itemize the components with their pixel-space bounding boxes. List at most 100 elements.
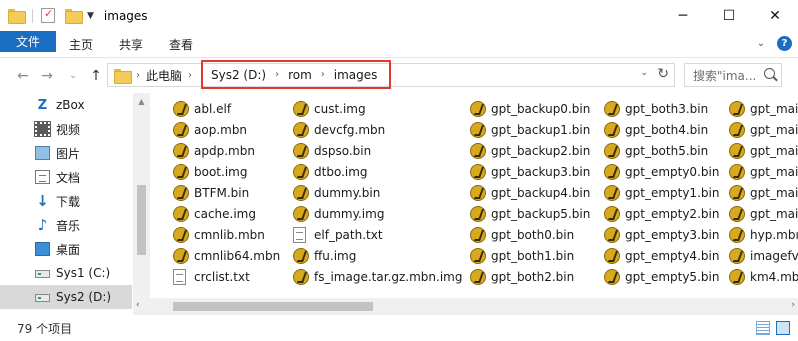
file-item[interactable]: gpt_empty0.bin bbox=[604, 161, 719, 182]
file-item[interactable]: imagefv bbox=[729, 245, 798, 266]
file-item[interactable]: cmnlib.mbn bbox=[173, 224, 280, 245]
unknown-file-icon bbox=[470, 247, 486, 264]
file-item[interactable]: dummy.img bbox=[293, 203, 462, 224]
file-item[interactable]: gpt_mai bbox=[729, 182, 798, 203]
breadcrumb-separator-icon[interactable]: › bbox=[188, 70, 192, 81]
sidebar-item-sys2[interactable]: Sys2 (D:) bbox=[0, 285, 132, 309]
file-item[interactable]: gpt_both5.bin bbox=[604, 140, 719, 161]
tab-file[interactable]: 文件 bbox=[0, 31, 57, 52]
maximize-button[interactable]: ☐ bbox=[706, 0, 752, 31]
minimize-button[interactable]: ─ bbox=[660, 0, 706, 31]
search-placeholder: 搜索"ima... bbox=[693, 68, 757, 83]
file-item[interactable]: fs_image.tar.gz.mbn.img bbox=[293, 266, 462, 287]
sidebar-item-pictures[interactable]: 图片 bbox=[0, 141, 132, 165]
file-item[interactable]: gpt_both0.bin bbox=[470, 224, 590, 245]
search-icon[interactable] bbox=[764, 68, 775, 79]
sidebar-item-videos[interactable]: 视频 bbox=[0, 117, 132, 141]
sidebar-item-downloads[interactable]: ↓ 下载 bbox=[0, 189, 132, 213]
breadcrumb-rom[interactable]: rom bbox=[288, 68, 312, 82]
expand-ribbon-chevron-icon[interactable]: ⌄ bbox=[753, 35, 769, 51]
breadcrumb-separator-icon[interactable]: › bbox=[321, 69, 325, 80]
sidebar-item-sys1[interactable]: Sys1 (C:) bbox=[0, 261, 132, 285]
sidebar-item-music[interactable]: ♪ 音乐 bbox=[0, 213, 132, 237]
sidebar-item-documents[interactable]: 文档 bbox=[0, 165, 132, 189]
file-item[interactable]: gpt_both4.bin bbox=[604, 119, 719, 140]
file-list: abl.elf aop.mbn apdp.mbn boot.img BTFM.bin ca… bbox=[155, 93, 798, 298]
scroll-left-arrow-icon[interactable]: ‹ bbox=[136, 300, 140, 310]
scroll-up-arrow-icon[interactable]: ▲ bbox=[133, 93, 150, 110]
file-item[interactable]: gpt_empty2.bin bbox=[604, 203, 719, 224]
tab-share[interactable]: 共享 bbox=[106, 31, 156, 57]
file-item[interactable]: elf_path.txt bbox=[293, 224, 462, 245]
file-item[interactable]: gpt_mai bbox=[729, 161, 798, 182]
breadcrumb-this-pc[interactable]: 此电脑 bbox=[146, 67, 182, 84]
file-item[interactable]: gpt_mai bbox=[729, 203, 798, 224]
file-item[interactable]: crclist.txt bbox=[173, 266, 280, 287]
file-item[interactable]: abl.elf bbox=[173, 98, 280, 119]
file-item[interactable]: gpt_mai bbox=[729, 98, 798, 119]
file-item[interactable]: gpt_backup2.bin bbox=[470, 140, 590, 161]
back-arrow-icon[interactable]: ← bbox=[14, 67, 32, 85]
breadcrumb-separator-icon[interactable]: › bbox=[136, 70, 140, 81]
address-bar[interactable]: › 此电脑 › Sys2 (D:) › rom › images ⌄ ↻ bbox=[107, 60, 675, 89]
tab-view[interactable]: 查看 bbox=[156, 31, 206, 57]
file-item[interactable]: gpt_empty3.bin bbox=[604, 224, 719, 245]
file-item[interactable]: gpt_empty5.bin bbox=[604, 266, 719, 287]
file-name: gpt_mai bbox=[750, 101, 798, 116]
file-item[interactable]: gpt_backup5.bin bbox=[470, 203, 590, 224]
properties-icon[interactable] bbox=[41, 7, 55, 23]
close-button[interactable]: ✕ bbox=[752, 0, 798, 31]
large-icons-view-icon[interactable] bbox=[776, 321, 790, 335]
file-item[interactable]: apdp.mbn bbox=[173, 140, 280, 161]
file-item[interactable]: hyp.mbı bbox=[729, 224, 798, 245]
file-item[interactable]: boot.img bbox=[173, 161, 280, 182]
file-item[interactable]: cmnlib64.mbn bbox=[173, 245, 280, 266]
tab-home[interactable]: 主页 bbox=[56, 31, 106, 57]
file-item[interactable]: dummy.bin bbox=[293, 182, 462, 203]
file-item[interactable]: gpt_empty4.bin bbox=[604, 245, 719, 266]
file-item[interactable]: cust.img bbox=[293, 98, 462, 119]
sidebar-item-zbox[interactable]: Z zBox bbox=[0, 93, 132, 117]
details-view-icon[interactable] bbox=[756, 321, 770, 335]
forward-arrow-icon[interactable]: → bbox=[38, 67, 56, 85]
breadcrumb-separator-icon[interactable]: › bbox=[275, 69, 279, 80]
file-item[interactable]: BTFM.bin bbox=[173, 182, 280, 203]
file-item[interactable]: gpt_both2.bin bbox=[470, 266, 590, 287]
unknown-file-icon bbox=[470, 163, 486, 180]
file-item[interactable]: gpt_backup0.bin bbox=[470, 98, 590, 119]
scrollbar-thumb[interactable] bbox=[173, 302, 373, 311]
file-item[interactable]: gpt_backup3.bin bbox=[470, 161, 590, 182]
scrollbar-thumb[interactable] bbox=[137, 185, 146, 255]
file-item[interactable]: ffu.img bbox=[293, 245, 462, 266]
file-item[interactable]: cache.img bbox=[173, 203, 280, 224]
file-item[interactable]: gpt_both1.bin bbox=[470, 245, 590, 266]
unknown-file-icon bbox=[173, 226, 189, 243]
sidebar-item-desktop[interactable]: 桌面 bbox=[0, 237, 132, 261]
new-folder-icon[interactable] bbox=[65, 9, 83, 24]
refresh-icon[interactable]: ↻ bbox=[657, 66, 669, 82]
address-history-chevron-icon[interactable]: ⌄ bbox=[640, 68, 648, 78]
search-input[interactable]: 搜索"ima... bbox=[684, 63, 782, 87]
breadcrumb-sys2[interactable]: Sys2 (D:) bbox=[211, 68, 266, 82]
file-item[interactable]: dtbo.img bbox=[293, 161, 462, 182]
file-item[interactable]: gpt_empty1.bin bbox=[604, 182, 719, 203]
file-item[interactable]: gpt_mai bbox=[729, 140, 798, 161]
horizontal-scrollbar[interactable]: ‹ › bbox=[133, 298, 798, 315]
unknown-file-icon bbox=[604, 247, 620, 264]
file-item[interactable]: aop.mbn bbox=[173, 119, 280, 140]
customize-toolbar-chevron-icon[interactable]: ▼ bbox=[87, 11, 94, 21]
up-arrow-icon[interactable]: ↑ bbox=[87, 67, 105, 85]
breadcrumb-images[interactable]: images bbox=[334, 68, 378, 82]
file-item[interactable]: gpt_both3.bin bbox=[604, 98, 719, 119]
file-item[interactable]: devcfg.mbn bbox=[293, 119, 462, 140]
recent-locations-chevron-icon[interactable]: ⌄ bbox=[64, 67, 82, 85]
scroll-right-arrow-icon[interactable]: › bbox=[791, 300, 795, 310]
file-item[interactable]: dspso.bin bbox=[293, 140, 462, 161]
file-item[interactable]: km4.mb bbox=[729, 266, 798, 287]
address-folder-icon bbox=[114, 69, 132, 84]
file-item[interactable]: gpt_mai bbox=[729, 119, 798, 140]
file-item[interactable]: gpt_backup4.bin bbox=[470, 182, 590, 203]
sidebar-scrollbar[interactable]: ▲ ⌄ bbox=[133, 93, 150, 315]
file-item[interactable]: gpt_backup1.bin bbox=[470, 119, 590, 140]
help-icon[interactable]: ? bbox=[777, 35, 792, 51]
